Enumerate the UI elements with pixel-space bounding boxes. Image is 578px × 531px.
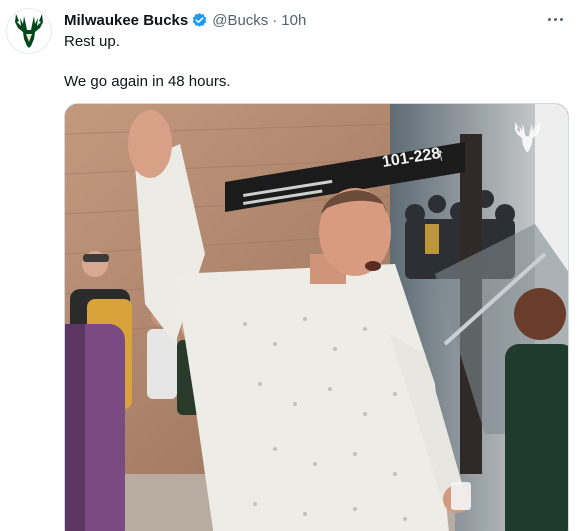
video-frame: 101-228 ↑: [65, 104, 568, 531]
bucks-logo-icon: [15, 14, 43, 48]
more-options-icon[interactable]: [542, 8, 568, 30]
separator-dot: ·: [272, 11, 278, 29]
timestamp[interactable]: 10h: [281, 12, 306, 29]
display-name[interactable]: Milwaukee Bucks: [64, 12, 188, 29]
tweet-text-line-1: Rest up.: [64, 33, 120, 50]
verified-badge-icon: [191, 12, 208, 29]
tweet: Milwaukee Bucks @Bucks · 10h Rest up. We…: [0, 0, 578, 531]
tweet-header: Milwaukee Bucks @Bucks · 10h: [64, 9, 306, 31]
bucks-avatar[interactable]: [6, 8, 52, 54]
tweet-video[interactable]: 101-228 ↑: [64, 103, 569, 531]
tweet-text-line-2: We go again in 48 hours.: [64, 73, 231, 90]
user-handle[interactable]: @Bucks: [212, 12, 268, 29]
